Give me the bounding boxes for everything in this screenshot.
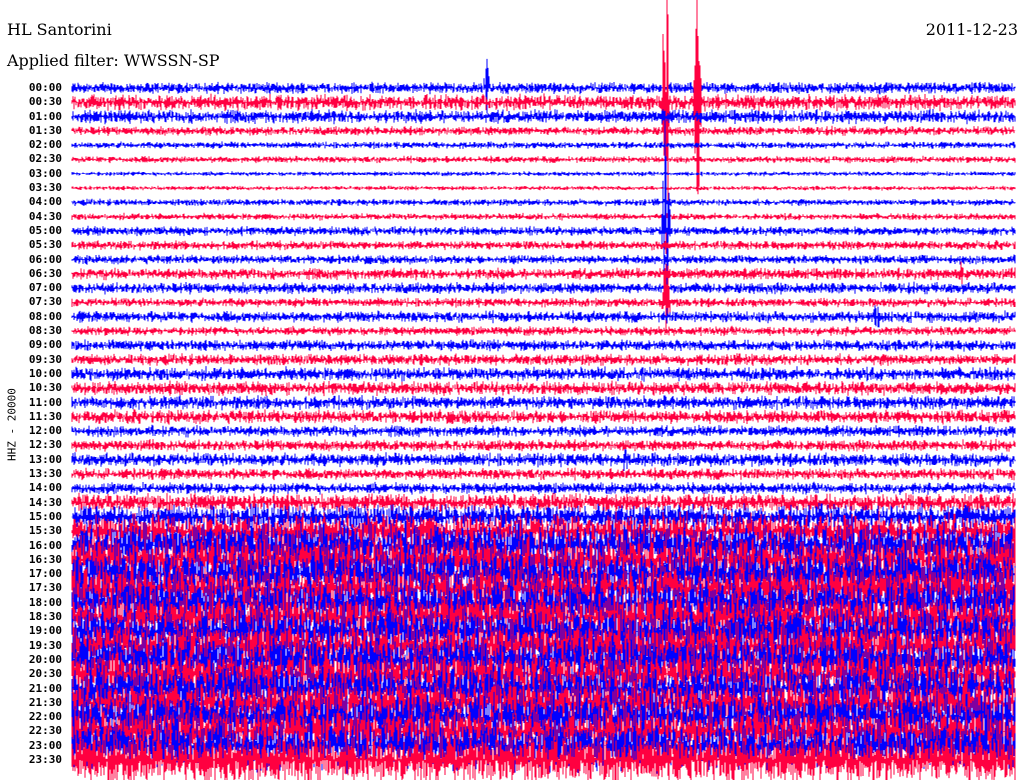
trace-row [71,409,1016,425]
trace-row [71,395,1016,411]
trace-row [71,171,1016,177]
trace-row [71,305,1016,328]
trace-row [71,240,1016,251]
trace-row [71,125,1016,136]
trace-row [71,325,1016,337]
trace-row [71,141,1016,149]
trace-row [71,212,1016,221]
trace-row [71,339,1016,352]
trace-row [71,353,1016,366]
trace-row [71,481,1016,495]
trace-row [71,467,1016,481]
trace-row [71,438,1016,452]
trace-row [71,108,1016,125]
trace-row [71,449,1016,471]
trace-row [71,424,1016,438]
trace-row [71,185,1016,191]
trace-row [71,380,1016,397]
trace-row [71,366,1016,382]
trace-row [71,281,1016,295]
trace-row [71,198,1016,207]
trace-row [71,261,1016,285]
trace-row [71,254,1016,265]
helicorder-plot [71,0,1016,780]
trace-row [71,155,1016,164]
